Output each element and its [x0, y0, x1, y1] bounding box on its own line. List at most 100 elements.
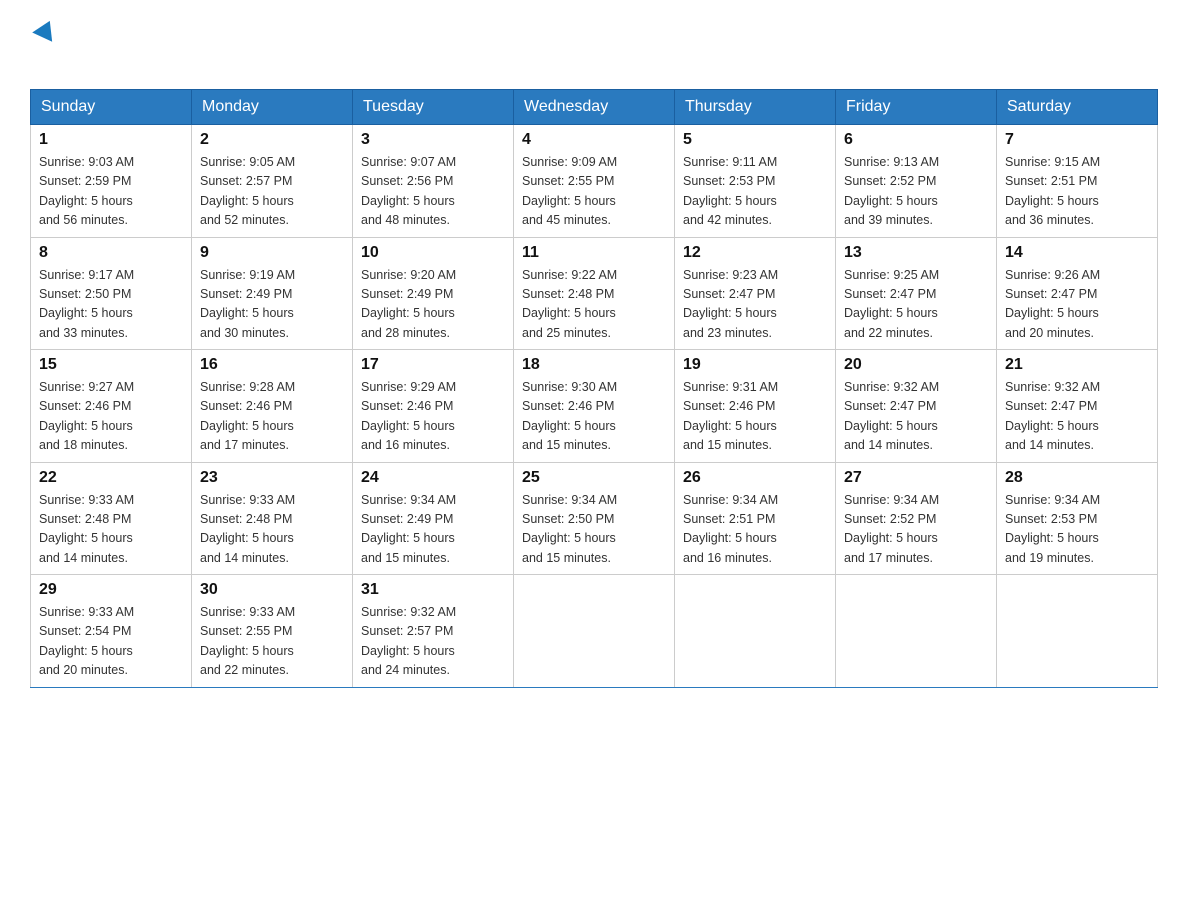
calendar-cell: 29 Sunrise: 9:33 AMSunset: 2:54 PMDaylig…: [31, 575, 192, 688]
calendar-cell: 19 Sunrise: 9:31 AMSunset: 2:46 PMDaylig…: [675, 350, 836, 463]
day-number: 28: [1005, 469, 1149, 487]
calendar-cell: 24 Sunrise: 9:34 AMSunset: 2:49 PMDaylig…: [353, 462, 514, 575]
day-info: Sunrise: 9:20 AMSunset: 2:49 PMDaylight:…: [361, 266, 505, 344]
day-number: 17: [361, 356, 505, 374]
week-row-2: 8 Sunrise: 9:17 AMSunset: 2:50 PMDayligh…: [31, 237, 1158, 350]
day-info: Sunrise: 9:27 AMSunset: 2:46 PMDaylight:…: [39, 378, 183, 456]
calendar-cell: 11 Sunrise: 9:22 AMSunset: 2:48 PMDaylig…: [514, 237, 675, 350]
calendar-cell: 30 Sunrise: 9:33 AMSunset: 2:55 PMDaylig…: [192, 575, 353, 688]
day-info: Sunrise: 9:34 AMSunset: 2:52 PMDaylight:…: [844, 491, 988, 569]
day-number: 22: [39, 469, 183, 487]
day-number: 31: [361, 581, 505, 599]
calendar-cell: [836, 575, 997, 688]
day-number: 7: [1005, 131, 1149, 149]
week-row-4: 22 Sunrise: 9:33 AMSunset: 2:48 PMDaylig…: [31, 462, 1158, 575]
day-number: 27: [844, 469, 988, 487]
day-number: 13: [844, 244, 988, 262]
day-info: Sunrise: 9:26 AMSunset: 2:47 PMDaylight:…: [1005, 266, 1149, 344]
calendar-cell: 13 Sunrise: 9:25 AMSunset: 2:47 PMDaylig…: [836, 237, 997, 350]
calendar-cell: 20 Sunrise: 9:32 AMSunset: 2:47 PMDaylig…: [836, 350, 997, 463]
day-info: Sunrise: 9:32 AMSunset: 2:57 PMDaylight:…: [361, 603, 505, 681]
calendar-cell: 28 Sunrise: 9:34 AMSunset: 2:53 PMDaylig…: [997, 462, 1158, 575]
day-info: Sunrise: 9:25 AMSunset: 2:47 PMDaylight:…: [844, 266, 988, 344]
day-number: 9: [200, 244, 344, 262]
day-number: 20: [844, 356, 988, 374]
calendar-cell: 26 Sunrise: 9:34 AMSunset: 2:51 PMDaylig…: [675, 462, 836, 575]
calendar-cell: 1 Sunrise: 9:03 AMSunset: 2:59 PMDayligh…: [31, 125, 192, 238]
calendar-cell: 7 Sunrise: 9:15 AMSunset: 2:51 PMDayligh…: [997, 125, 1158, 238]
calendar-cell: 27 Sunrise: 9:34 AMSunset: 2:52 PMDaylig…: [836, 462, 997, 575]
day-info: Sunrise: 9:07 AMSunset: 2:56 PMDaylight:…: [361, 153, 505, 231]
day-info: Sunrise: 9:05 AMSunset: 2:57 PMDaylight:…: [200, 153, 344, 231]
day-info: Sunrise: 9:34 AMSunset: 2:50 PMDaylight:…: [522, 491, 666, 569]
week-row-5: 29 Sunrise: 9:33 AMSunset: 2:54 PMDaylig…: [31, 575, 1158, 688]
calendar-header-row: SundayMondayTuesdayWednesdayThursdayFrid…: [31, 90, 1158, 125]
calendar-cell: 17 Sunrise: 9:29 AMSunset: 2:46 PMDaylig…: [353, 350, 514, 463]
day-info: Sunrise: 9:32 AMSunset: 2:47 PMDaylight:…: [1005, 378, 1149, 456]
day-number: 12: [683, 244, 827, 262]
calendar-cell: 5 Sunrise: 9:11 AMSunset: 2:53 PMDayligh…: [675, 125, 836, 238]
calendar-cell: 22 Sunrise: 9:33 AMSunset: 2:48 PMDaylig…: [31, 462, 192, 575]
day-info: Sunrise: 9:33 AMSunset: 2:55 PMDaylight:…: [200, 603, 344, 681]
calendar-cell: 25 Sunrise: 9:34 AMSunset: 2:50 PMDaylig…: [514, 462, 675, 575]
calendar-cell: [997, 575, 1158, 688]
day-info: Sunrise: 9:30 AMSunset: 2:46 PMDaylight:…: [522, 378, 666, 456]
calendar-cell: 4 Sunrise: 9:09 AMSunset: 2:55 PMDayligh…: [514, 125, 675, 238]
day-number: 30: [200, 581, 344, 599]
day-info: Sunrise: 9:09 AMSunset: 2:55 PMDaylight:…: [522, 153, 666, 231]
calendar-cell: 18 Sunrise: 9:30 AMSunset: 2:46 PMDaylig…: [514, 350, 675, 463]
page-header: [30, 20, 1158, 69]
calendar-cell: 3 Sunrise: 9:07 AMSunset: 2:56 PMDayligh…: [353, 125, 514, 238]
header-tuesday: Tuesday: [353, 90, 514, 125]
day-number: 25: [522, 469, 666, 487]
day-info: Sunrise: 9:15 AMSunset: 2:51 PMDaylight:…: [1005, 153, 1149, 231]
calendar-cell: 10 Sunrise: 9:20 AMSunset: 2:49 PMDaylig…: [353, 237, 514, 350]
day-number: 16: [200, 356, 344, 374]
day-info: Sunrise: 9:33 AMSunset: 2:54 PMDaylight:…: [39, 603, 183, 681]
calendar-table: SundayMondayTuesdayWednesdayThursdayFrid…: [30, 89, 1158, 688]
header-saturday: Saturday: [997, 90, 1158, 125]
calendar-cell: 12 Sunrise: 9:23 AMSunset: 2:47 PMDaylig…: [675, 237, 836, 350]
calendar-cell: 21 Sunrise: 9:32 AMSunset: 2:47 PMDaylig…: [997, 350, 1158, 463]
week-row-3: 15 Sunrise: 9:27 AMSunset: 2:46 PMDaylig…: [31, 350, 1158, 463]
calendar-cell: 6 Sunrise: 9:13 AMSunset: 2:52 PMDayligh…: [836, 125, 997, 238]
day-number: 14: [1005, 244, 1149, 262]
day-info: Sunrise: 9:33 AMSunset: 2:48 PMDaylight:…: [39, 491, 183, 569]
day-info: Sunrise: 9:17 AMSunset: 2:50 PMDaylight:…: [39, 266, 183, 344]
calendar-cell: [675, 575, 836, 688]
header-wednesday: Wednesday: [514, 90, 675, 125]
calendar-cell: 8 Sunrise: 9:17 AMSunset: 2:50 PMDayligh…: [31, 237, 192, 350]
day-number: 23: [200, 469, 344, 487]
day-number: 5: [683, 131, 827, 149]
day-number: 10: [361, 244, 505, 262]
header-thursday: Thursday: [675, 90, 836, 125]
day-info: Sunrise: 9:23 AMSunset: 2:47 PMDaylight:…: [683, 266, 827, 344]
day-info: Sunrise: 9:34 AMSunset: 2:49 PMDaylight:…: [361, 491, 505, 569]
day-number: 3: [361, 131, 505, 149]
week-row-1: 1 Sunrise: 9:03 AMSunset: 2:59 PMDayligh…: [31, 125, 1158, 238]
header-friday: Friday: [836, 90, 997, 125]
day-info: Sunrise: 9:19 AMSunset: 2:49 PMDaylight:…: [200, 266, 344, 344]
day-number: 29: [39, 581, 183, 599]
day-number: 11: [522, 244, 666, 262]
day-number: 2: [200, 131, 344, 149]
calendar-cell: 14 Sunrise: 9:26 AMSunset: 2:47 PMDaylig…: [997, 237, 1158, 350]
calendar-cell: 23 Sunrise: 9:33 AMSunset: 2:48 PMDaylig…: [192, 462, 353, 575]
day-info: Sunrise: 9:22 AMSunset: 2:48 PMDaylight:…: [522, 266, 666, 344]
day-info: Sunrise: 9:13 AMSunset: 2:52 PMDaylight:…: [844, 153, 988, 231]
day-number: 6: [844, 131, 988, 149]
calendar-cell: 15 Sunrise: 9:27 AMSunset: 2:46 PMDaylig…: [31, 350, 192, 463]
header-monday: Monday: [192, 90, 353, 125]
calendar-cell: 31 Sunrise: 9:32 AMSunset: 2:57 PMDaylig…: [353, 575, 514, 688]
day-number: 18: [522, 356, 666, 374]
day-info: Sunrise: 9:31 AMSunset: 2:46 PMDaylight:…: [683, 378, 827, 456]
logo: [30, 20, 57, 69]
day-number: 4: [522, 131, 666, 149]
day-info: Sunrise: 9:34 AMSunset: 2:51 PMDaylight:…: [683, 491, 827, 569]
day-info: Sunrise: 9:29 AMSunset: 2:46 PMDaylight:…: [361, 378, 505, 456]
day-number: 24: [361, 469, 505, 487]
header-sunday: Sunday: [31, 90, 192, 125]
day-info: Sunrise: 9:03 AMSunset: 2:59 PMDaylight:…: [39, 153, 183, 231]
day-info: Sunrise: 9:11 AMSunset: 2:53 PMDaylight:…: [683, 153, 827, 231]
day-number: 1: [39, 131, 183, 149]
